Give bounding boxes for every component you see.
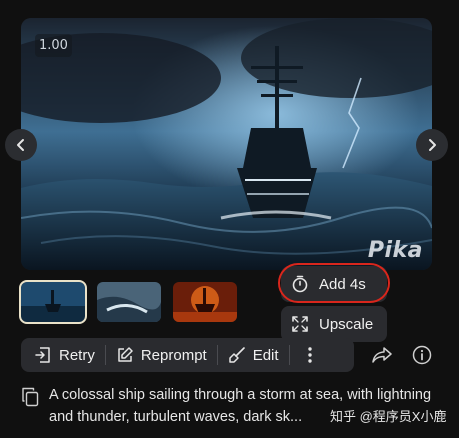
next-arrow-button[interactable]	[416, 129, 448, 161]
timer-icon	[292, 275, 308, 293]
info-button[interactable]	[410, 343, 434, 367]
extend-popover: Add 4s Upscale	[278, 263, 390, 342]
reprompt-button[interactable]: Reprompt	[106, 338, 217, 372]
more-vertical-icon	[307, 347, 312, 363]
retry-button[interactable]: Retry	[21, 338, 105, 372]
share-button[interactable]	[370, 343, 394, 367]
thumbnail-3[interactable]	[173, 282, 237, 322]
video-preview[interactable]: 1.00 Pika	[21, 18, 432, 270]
retry-label: Retry	[59, 346, 95, 364]
thumbnail-strip	[19, 280, 237, 324]
zhihu-credit-watermark: 知乎 @程序员X小鹿	[330, 409, 447, 424]
timestamp-badge: 1.00	[35, 34, 72, 57]
thumbnail-2[interactable]	[97, 282, 161, 322]
thumbnail-1[interactable]	[19, 280, 87, 324]
share-arrow-icon	[372, 347, 392, 363]
pencil-square-icon	[118, 347, 133, 362]
chevron-left-icon	[17, 139, 24, 151]
edit-button[interactable]: Edit	[218, 338, 289, 372]
upscale-button[interactable]: Upscale	[281, 306, 387, 342]
previous-arrow-button[interactable]	[5, 129, 37, 161]
add-4s-button[interactable]: Add 4s	[281, 266, 387, 302]
edit-label: Edit	[252, 346, 279, 364]
retry-icon	[35, 347, 50, 363]
more-options-button[interactable]	[290, 338, 330, 372]
pika-watermark: Pika	[367, 238, 423, 263]
brush-icon	[228, 347, 245, 363]
action-toolbar: Retry Reprompt Edit	[21, 338, 354, 372]
expand-icon	[292, 316, 308, 332]
add-4s-label: Add 4s	[319, 275, 366, 293]
video-frame-image	[21, 18, 432, 270]
chevron-right-icon	[429, 139, 436, 151]
reprompt-label: Reprompt	[140, 346, 207, 364]
copy-icon[interactable]	[21, 387, 39, 407]
upscale-label: Upscale	[319, 315, 374, 333]
info-icon	[412, 345, 432, 365]
